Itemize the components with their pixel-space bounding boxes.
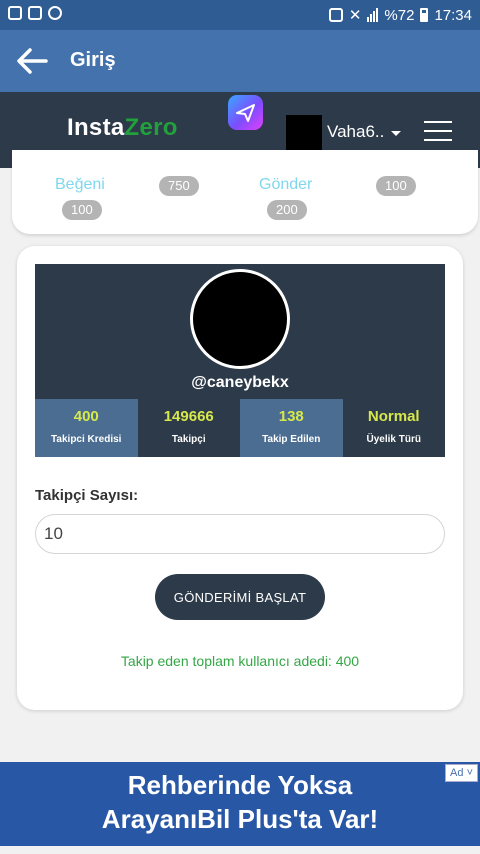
logo-text-zero: Zero	[124, 114, 178, 141]
ad-headline-1: Rehberinde Yoksa	[127, 770, 353, 800]
signal-icon	[367, 8, 379, 22]
profile-handle: @caneybekx	[191, 374, 289, 391]
notification-icons	[8, 6, 62, 20]
profile-avatar	[190, 269, 290, 369]
ad-choices-badge[interactable]: Ad ˅	[445, 764, 478, 782]
profile-stats: 400 Takipci Kredisi 149666 Takipçi 138 T…	[35, 399, 445, 457]
follower-count-label: Takipçi Sayısı:	[35, 487, 139, 504]
stat-label: Üyelik Türü	[366, 434, 421, 445]
status-bar: ✕ %72 17:34	[0, 0, 480, 30]
stat-value: 400	[73, 408, 99, 425]
stat-followers: 149666 Takipçi	[137, 399, 240, 457]
instazero-logo[interactable]: InstaZero	[67, 114, 178, 142]
whatsapp-icon	[48, 6, 62, 20]
stat-label: Takipci Kredisi	[51, 434, 122, 445]
battery-icon	[420, 8, 429, 22]
package-pill[interactable]: 750	[159, 176, 199, 196]
user-avatar[interactable]	[286, 115, 322, 151]
page-title: Giriş	[70, 49, 116, 71]
package-label-send[interactable]: Gönder	[259, 176, 312, 194]
total-followers-text: Takip eden toplam kullanıcı adedi: 400	[120, 653, 360, 669]
stat-following: 138 Takip Edilen	[240, 399, 343, 457]
package-label-likes[interactable]: Beğeni	[55, 176, 105, 194]
stat-value: 149666	[163, 408, 214, 425]
user-menu-name[interactable]: Vaha6..	[327, 122, 384, 142]
app-bar: Giriş	[0, 30, 480, 92]
gallery-icon	[8, 6, 22, 20]
follower-count-input[interactable]	[35, 514, 445, 554]
ad-badge-label: Ad	[450, 767, 464, 779]
system-icons: ✕ %72 17:34	[328, 6, 472, 24]
stat-value: 138	[278, 408, 304, 425]
stat-value: Normal	[367, 408, 420, 425]
start-sending-button[interactable]: GÖNDERİMİ BAŞLAT	[155, 574, 325, 620]
profile-panel: @caneybekx 400 Takipci Kredisi 149666 Ta…	[35, 264, 445, 457]
stat-label: Takip Edilen	[262, 434, 321, 445]
package-pill[interactable]: 200	[267, 200, 307, 220]
hamburger-menu-icon[interactable]	[424, 121, 452, 141]
stat-label: Takipçi	[171, 434, 206, 445]
alarm-icon	[328, 8, 343, 22]
incognito-icon	[28, 6, 42, 20]
logo-text-insta: Insta	[67, 114, 125, 141]
ad-headline-2: ArayanıBil Plus'ta Var!	[101, 804, 379, 834]
battery-percent: %72	[384, 6, 415, 24]
back-arrow-icon[interactable]	[16, 47, 48, 75]
package-pill[interactable]: 100	[376, 176, 416, 196]
ad-banner[interactable]: Rehberinde Yoksa ArayanıBil Plus'ta Var!…	[0, 762, 480, 846]
send-app-icon	[228, 95, 263, 130]
stat-membership: Normal Üyelik Türü	[342, 399, 445, 457]
mute-icon: ✕	[348, 7, 362, 24]
clock: 17:34	[434, 6, 472, 24]
chevron-down-icon[interactable]	[391, 131, 401, 136]
packages-panel: Beğeni 750 100 Gönder 100 200	[12, 150, 478, 234]
stat-credits: 400 Takipci Kredisi	[35, 399, 138, 457]
follower-form-card: @caneybekx 400 Takipci Kredisi 149666 Ta…	[17, 246, 463, 710]
package-pill[interactable]: 100	[62, 200, 102, 220]
